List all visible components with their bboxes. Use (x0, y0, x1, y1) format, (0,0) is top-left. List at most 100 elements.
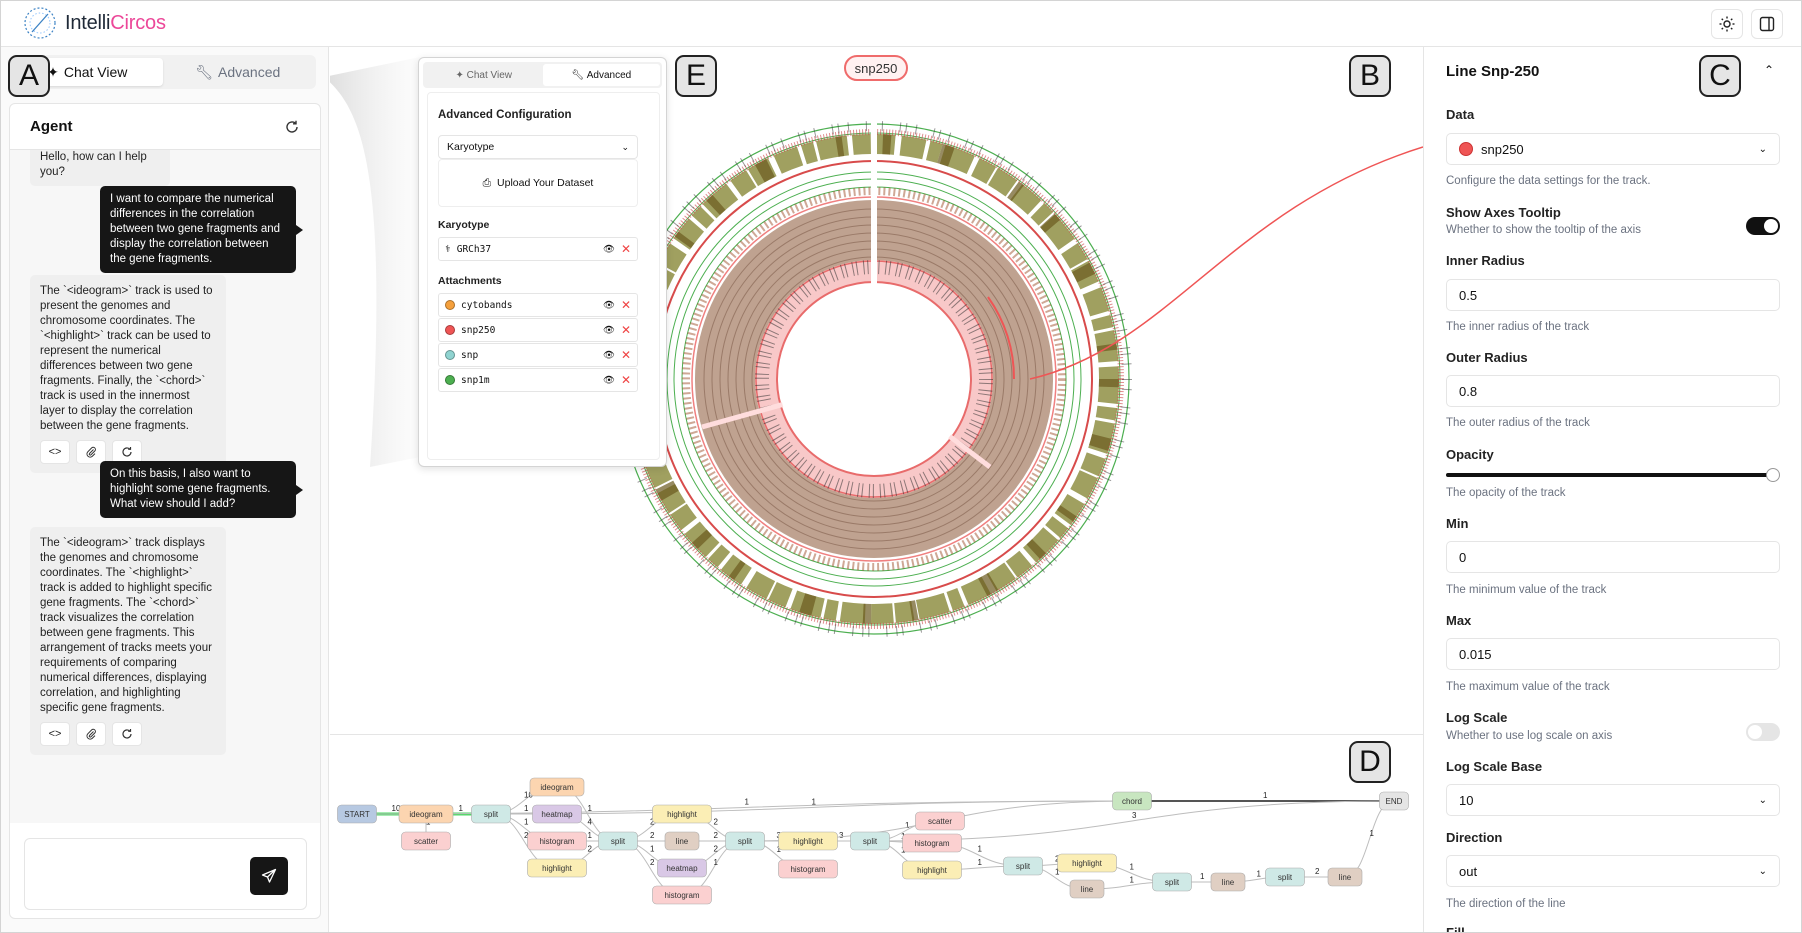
max-input[interactable]: 0.015 (1446, 638, 1780, 670)
workflow-node-histogram[interactable]: histogram (902, 833, 962, 853)
remove-icon[interactable]: ✕ (621, 298, 631, 312)
annotation-tag-c: C (1699, 55, 1741, 97)
refresh-icon[interactable] (284, 119, 300, 135)
log-scale-toggle[interactable] (1746, 723, 1780, 741)
eye-icon[interactable]: 👁︎ (603, 350, 615, 361)
outer-radius-value: 0.8 (1459, 383, 1478, 399)
workflow-node-highlight[interactable]: highlight (652, 804, 712, 824)
svg-text:highlight: highlight (542, 864, 573, 873)
remove-icon[interactable]: ✕ (621, 242, 631, 256)
workflow-node-ideogram[interactable]: ideogram (398, 804, 454, 824)
workflow-node-highlight[interactable]: highlight (902, 860, 962, 880)
direction-label: Direction (1446, 830, 1503, 845)
workflow-node-highlight[interactable]: highlight (778, 831, 838, 851)
eye-icon[interactable]: 👁︎ (603, 325, 615, 336)
workflow-node-split[interactable]: split (1003, 856, 1043, 876)
selected-track-label[interactable]: snp250 (844, 55, 908, 81)
tab-advanced[interactable]: 🔧︎ Advanced (163, 58, 314, 86)
opacity-desc: The opacity of the track (1446, 487, 1566, 499)
outer-radius-label: Outer Radius (1446, 350, 1528, 365)
log-scale-desc: Whether to use log scale on axis (1446, 730, 1613, 742)
log-base-select[interactable]: 10 ⌄ (1446, 784, 1780, 816)
color-swatch (445, 325, 455, 335)
workflow-node-end[interactable]: END (1379, 791, 1409, 811)
workflow-node-histogram[interactable]: histogram (527, 831, 587, 851)
workflow-node-split[interactable]: split (1265, 867, 1305, 887)
remove-icon[interactable]: ✕ (621, 373, 631, 387)
outer-radius-input[interactable]: 0.8 (1446, 375, 1780, 407)
min-desc: The minimum value of the track (1446, 584, 1607, 596)
message-list: Hello, how can I help you? I want to com… (10, 150, 320, 823)
workflow-node-heatmap[interactable]: heatmap (657, 858, 707, 878)
opacity-slider-handle[interactable] (1766, 468, 1780, 482)
regenerate-button[interactable] (112, 722, 142, 746)
workflow-node-start[interactable]: START (337, 804, 377, 824)
remove-icon[interactable]: ✕ (621, 348, 631, 362)
attach-button[interactable] (76, 722, 106, 746)
min-input[interactable]: 0 (1446, 541, 1780, 573)
workflow-node-line[interactable]: line (1069, 879, 1105, 899)
eye-icon[interactable]: 👁︎ (603, 244, 615, 255)
app-header: IntelliCircos (1, 1, 1801, 47)
workflow-node-scatter[interactable]: scatter (915, 811, 965, 831)
eye-icon[interactable]: 👁︎ (603, 375, 615, 386)
workflow-node-split[interactable]: split (598, 831, 638, 851)
workflow-node-histogram[interactable]: histogram (778, 859, 838, 879)
tab-chat-view[interactable]: ✦ Chat View (425, 64, 543, 86)
direction-select[interactable]: out ⌄ (1446, 855, 1780, 887)
dataset-type-select[interactable]: Karyotype ⌄ (438, 135, 638, 159)
code-icon: <> (48, 727, 62, 740)
remove-icon[interactable]: ✕ (621, 323, 631, 337)
inner-radius-label: Inner Radius (1446, 253, 1525, 268)
edge-label: 1 (588, 831, 593, 840)
view-code-button[interactable]: <> (40, 722, 70, 746)
chevron-up-icon[interactable]: ⌃ (1764, 63, 1774, 77)
workflow-node-split[interactable]: split (471, 804, 511, 824)
workflow-node-heatmap[interactable]: heatmap (532, 804, 582, 824)
workflow-node-highlight[interactable]: highlight (527, 858, 587, 878)
data-select[interactable]: snp250 ⌄ (1446, 133, 1780, 165)
workflow-node-split[interactable]: split (1152, 872, 1192, 892)
theme-toggle-button[interactable] (1711, 9, 1743, 39)
send-button[interactable] (250, 857, 288, 895)
toggle-panel-button[interactable] (1751, 9, 1783, 39)
panel-right-icon (1759, 16, 1775, 32)
edge-label: 2 (588, 845, 593, 854)
workflow-node-chord[interactable]: chord (1112, 791, 1152, 811)
karyotype-value: GRCh37 (456, 243, 492, 255)
workflow-graph-svg[interactable]: 1011011214122212222131311111211111211111… (330, 735, 1423, 933)
opacity-slider[interactable] (1446, 473, 1774, 477)
svg-text:scatter: scatter (928, 817, 952, 826)
log-base-value: 10 (1459, 792, 1474, 808)
workflow-node-ideogram[interactable]: ideogram (529, 777, 585, 797)
tab-advanced[interactable]: 🔧︎ Advanced (542, 64, 660, 86)
attach-button[interactable] (76, 440, 106, 464)
eye-icon[interactable]: 👁︎ (603, 300, 615, 311)
workflow-node-histogram[interactable]: histogram (652, 885, 712, 905)
axes-tooltip-toggle[interactable] (1746, 217, 1780, 235)
view-code-button[interactable]: <> (40, 440, 70, 464)
upload-dataset-button[interactable]: ⎙ Upload Your Dataset (438, 159, 638, 207)
workflow-node-scatter[interactable]: scatter (401, 831, 451, 851)
sun-icon (1719, 16, 1735, 32)
svg-text:split: split (863, 837, 878, 846)
workflow-graph: 1011011214122212222131311111211111211111… (330, 734, 1423, 933)
bot-message: The `<ideogram>` track is used to presen… (30, 275, 226, 473)
workflow-node-line[interactable]: line (664, 831, 700, 851)
log-scale-label: Log Scale (1446, 710, 1508, 725)
max-label: Max (1446, 613, 1472, 628)
svg-text:heatmap: heatmap (541, 810, 573, 819)
edge-label: 1 (745, 798, 750, 807)
outer-radius-desc: The outer radius of the track (1446, 417, 1590, 429)
edge-label: 2 (1315, 867, 1320, 876)
svg-text:heatmap: heatmap (666, 864, 698, 873)
workflow-node-split[interactable]: split (725, 831, 765, 851)
chat-input[interactable] (24, 838, 307, 910)
data-label: Data (1446, 107, 1475, 122)
workflow-node-highlight[interactable]: highlight (1057, 853, 1117, 873)
workflow-node-split[interactable]: split (850, 831, 890, 851)
inner-radius-input[interactable]: 0.5 (1446, 279, 1780, 311)
workflow-node-line[interactable]: line (1327, 867, 1363, 887)
chevron-down-icon: ⌄ (621, 141, 629, 152)
workflow-node-line[interactable]: line (1210, 872, 1246, 892)
